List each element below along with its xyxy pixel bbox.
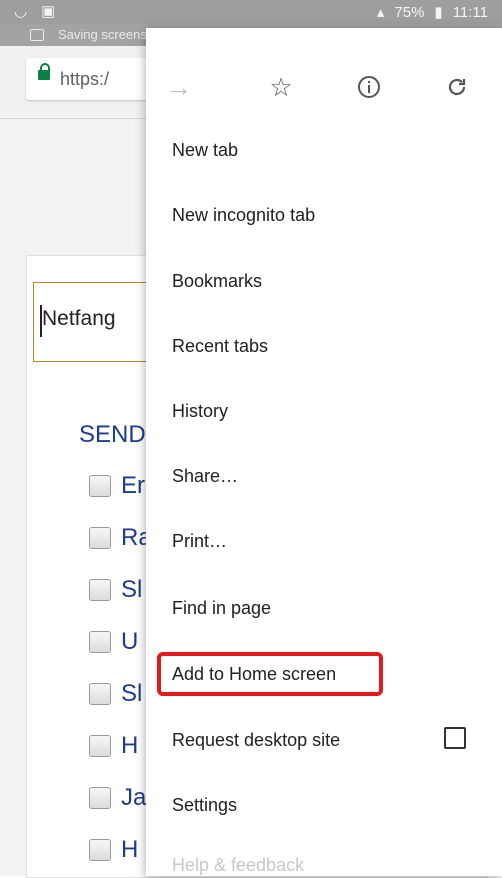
menu-icon-row: → ☆ (146, 28, 502, 116)
checkbox-label: Sl (121, 576, 143, 603)
checkbox-label: Er (121, 472, 145, 499)
menu-item-print[interactable]: Print… (172, 521, 227, 561)
refresh-icon[interactable] (442, 72, 472, 102)
wifi-icon: ◡ (14, 3, 28, 20)
checkbox[interactable] (89, 475, 111, 497)
menu-item-new-incognito-tab[interactable]: New incognito tab (172, 195, 315, 235)
checkbox-item[interactable]: Ra (89, 523, 152, 553)
checkbox[interactable] (89, 839, 111, 861)
menu-item-find-in-page[interactable]: Find in page (172, 588, 271, 628)
menu-item-add-to-home-screen[interactable]: Add to Home screen (172, 654, 336, 694)
checkbox-item[interactable]: Er (89, 471, 145, 501)
checkbox[interactable] (89, 683, 111, 705)
checkbox-item[interactable]: H (89, 731, 138, 761)
checkbox-item[interactable]: Ja (89, 783, 146, 813)
battery-text: 75% (394, 3, 425, 21)
checkbox[interactable] (89, 527, 111, 549)
clock: 11:11 (452, 3, 488, 21)
checkbox-label: U (121, 628, 139, 655)
menu-item-bookmarks[interactable]: Bookmarks (172, 261, 262, 301)
menu-item-new-tab[interactable]: New tab (172, 130, 238, 170)
checkbox-item[interactable]: Sl (89, 575, 142, 605)
info-icon[interactable] (354, 72, 384, 102)
checkbox[interactable] (89, 787, 111, 809)
lock-icon (38, 63, 50, 80)
browser-menu: → ☆ New tab New incognito tab Bookmarks … (146, 28, 502, 876)
menu-item-share[interactable]: Share… (172, 456, 238, 496)
section-heading: SEND (79, 421, 146, 448)
checkbox-item[interactable]: Sl (89, 679, 142, 709)
forward-icon[interactable]: → (164, 72, 194, 102)
checkbox-item[interactable]: H (89, 835, 138, 865)
menu-item-history[interactable]: History (172, 391, 228, 431)
url-text: https:/ (60, 69, 110, 89)
email-field-value: Netfang (42, 307, 116, 330)
checkbox[interactable] (89, 735, 111, 757)
signal-icon: ▴ (376, 4, 385, 21)
star-icon[interactable]: ☆ (266, 72, 296, 102)
checkbox-label: H (121, 836, 139, 863)
status-bar: ◡ ▣ ▴ 75% ▮ 11:11 (0, 0, 502, 24)
screenshot-icon: ▣ (41, 3, 56, 20)
checkbox-label: Sl (121, 680, 143, 707)
checkbox-item[interactable]: U (89, 627, 138, 657)
menu-item-settings[interactable]: Settings (172, 785, 237, 825)
battery-icon: ▮ (434, 4, 443, 21)
checkbox[interactable] (89, 631, 111, 653)
menu-item-help-feedback[interactable]: Help & feedback (172, 855, 304, 875)
screenshot-icon (30, 29, 44, 41)
checkbox[interactable] (89, 579, 111, 601)
menu-item-recent-tabs[interactable]: Recent tabs (172, 326, 268, 366)
checkbox-label: H (121, 732, 139, 759)
menu-item-request-desktop-site[interactable]: Request desktop site (172, 720, 340, 760)
checkbox-label: Ja (121, 784, 147, 811)
desktop-site-checkbox[interactable] (444, 727, 466, 749)
